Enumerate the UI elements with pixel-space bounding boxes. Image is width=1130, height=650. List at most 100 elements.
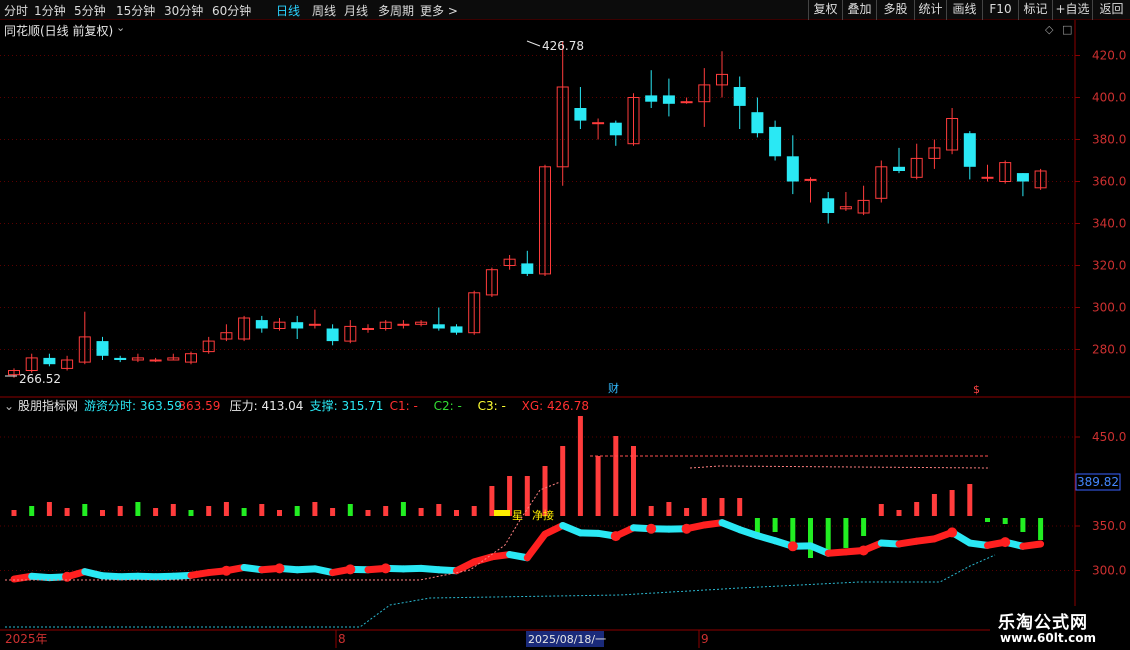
candle-body[interactable] [963, 133, 976, 167]
dividend-event-marker: $ [973, 383, 980, 396]
indicator-bar [135, 502, 141, 516]
signal-marker [494, 510, 510, 516]
candle-body[interactable] [96, 341, 109, 356]
indicator-bar [471, 506, 477, 516]
candle-body[interactable] [450, 326, 463, 333]
indicator-bar [489, 486, 495, 516]
candle-body[interactable] [609, 122, 622, 136]
indicator-bar [613, 436, 619, 516]
candle-body[interactable] [751, 112, 764, 134]
candle-body[interactable] [645, 95, 658, 102]
candle-body[interactable] [1016, 173, 1029, 182]
candle-body[interactable] [574, 108, 587, 121]
indicator-bar [29, 506, 35, 516]
flow-dot [221, 565, 232, 576]
high-price-label: 426.78 [542, 39, 584, 53]
signal-star-label: 星 [512, 509, 523, 522]
indicator-bar [330, 508, 336, 516]
indicator-bar [808, 518, 813, 558]
main-y-tick-label: 380.0 [1092, 133, 1126, 147]
indicator-bar [914, 502, 920, 516]
indicator-bar [577, 416, 583, 516]
signal-annotation: 净接 [532, 508, 554, 522]
candle-body[interactable] [822, 198, 835, 213]
indicator-bar [772, 518, 778, 532]
candle-body[interactable] [786, 156, 799, 182]
main-y-tick-label: 400.0 [1092, 91, 1126, 105]
flow-line-segment [1019, 540, 1045, 550]
indicator-bar [400, 502, 406, 516]
watermark-title: 乐淘公式网 [998, 613, 1088, 633]
indicator-bar [365, 510, 371, 516]
candle-body[interactable] [432, 324, 445, 329]
indicator-bar [524, 476, 530, 516]
main-y-tick-label: 280.0 [1092, 343, 1126, 357]
low-price-label: 266.52 [19, 372, 61, 386]
candle-body[interactable] [733, 87, 746, 106]
indicator-value-7: XG: 426.78 [522, 399, 589, 413]
flow-dot [681, 523, 692, 534]
candle-body[interactable] [769, 126, 782, 157]
candle-body[interactable] [804, 178, 817, 181]
indicator-bar [170, 504, 176, 516]
candle-body[interactable] [291, 322, 304, 329]
candle-body[interactable] [662, 95, 675, 104]
flow-dot [610, 531, 621, 542]
indicator-value-0: 游资分时: 363.59 [84, 399, 182, 413]
indicator-value-2: 压力: 413.04 [230, 399, 304, 413]
indicator-bar [418, 508, 424, 516]
flow-dot [380, 563, 391, 574]
flow-dot [947, 527, 958, 538]
indicator-bar [153, 508, 159, 516]
indicator-bar [46, 502, 52, 516]
flow-dot [274, 563, 285, 574]
indicator-bar [64, 508, 70, 516]
indicator-bar [931, 494, 937, 516]
candle-body[interactable] [255, 320, 268, 329]
support-line [5, 554, 996, 628]
indicator-y-tick-label: 300.0 [1092, 564, 1126, 578]
candle-body[interactable] [397, 323, 410, 326]
candle-body[interactable] [362, 328, 374, 330]
candle-body[interactable] [592, 122, 605, 125]
candle-body[interactable] [308, 323, 321, 326]
main-y-tick-label: 340.0 [1092, 217, 1126, 231]
indicator-bar [949, 490, 955, 516]
indicator-value-1: 363.59 [178, 399, 220, 413]
indicator-bar [1038, 518, 1044, 540]
high-arrow [526, 40, 541, 47]
indicator-bar [312, 502, 318, 516]
indicator-bar [560, 446, 566, 516]
indicator-bar [383, 506, 389, 516]
main-y-tick-label: 420.0 [1092, 49, 1126, 63]
flow-dot [787, 541, 798, 552]
candle-body[interactable] [680, 101, 693, 104]
indicator-bar [11, 510, 17, 516]
indicator-bar [1020, 518, 1026, 532]
candle-body[interactable] [149, 359, 162, 362]
main-y-tick-label: 320.0 [1092, 259, 1126, 273]
flow-line-segment [523, 530, 549, 562]
indicator-bar [737, 498, 743, 516]
candle-body[interactable] [981, 176, 994, 179]
indicator-bar [259, 504, 265, 516]
indicator-bar [719, 498, 725, 516]
candle-body[interactable] [326, 328, 339, 342]
candle-body[interactable] [521, 263, 534, 274]
kline-chart[interactable]: 420.0 400.0 380.0 360.0 340.0 320.0 300.0 280.0… [0, 0, 1130, 650]
watermark: 乐淘公式网 www.60lt.com [990, 606, 1130, 650]
indicator-bar [648, 506, 654, 516]
indicator-chevron-icon: ⌄ [4, 399, 14, 413]
candle-body[interactable] [114, 357, 127, 360]
indicator-value-5: C2: - [434, 399, 462, 413]
indicator-bar [188, 510, 194, 516]
indicator-y-tick-label: 350.0 [1092, 519, 1126, 533]
indicator-value-6: C3: - [478, 399, 506, 413]
indicator-bar [82, 504, 88, 516]
indicator-y-tick-label: 450.0 [1092, 430, 1126, 444]
watermark-url: www.60lt.com [1000, 631, 1097, 645]
candle-body[interactable] [43, 357, 56, 365]
candle-body[interactable] [893, 166, 905, 171]
indicator-bar [436, 504, 442, 516]
indicator-bar [206, 506, 212, 516]
